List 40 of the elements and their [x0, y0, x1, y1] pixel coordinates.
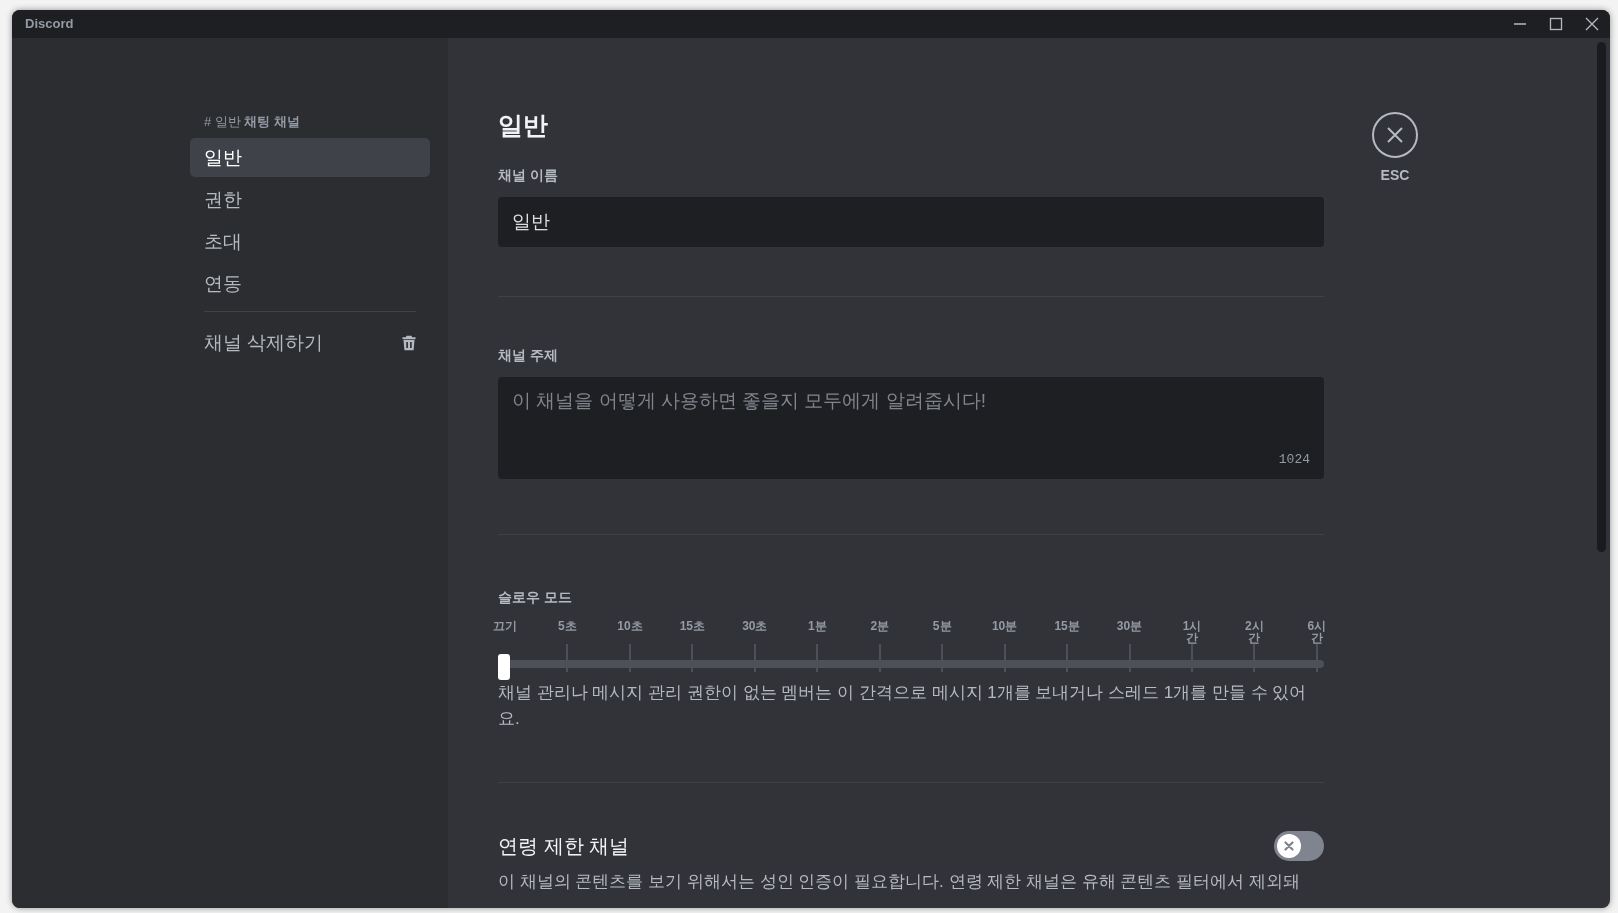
tick-label: 1분 — [807, 620, 827, 635]
close-icon — [1386, 126, 1404, 144]
field-label: 채널 이름 — [498, 166, 559, 185]
description-text: 이 채널의 콘텐츠를 보기 위해서는 성인 인증이 필요합니다. 연령 제한 채널은 유해 콘텐츠 필터에서 제외돼 — [498, 871, 1301, 893]
slider-thumb[interactable] — [498, 654, 510, 680]
delete-channel-button[interactable]: 채널 삭제하기 — [190, 322, 430, 363]
tick-label: 15분 — [1054, 620, 1080, 635]
tick-label: 1시간 — [1181, 620, 1203, 644]
tick-label: 끄기 — [493, 620, 517, 635]
page-title: 일반 — [498, 110, 549, 140]
character-counter: 1024 — [1278, 450, 1310, 469]
scrollbar[interactable] — [1597, 42, 1606, 552]
close-settings-button[interactable] — [1372, 112, 1418, 158]
toggle-switch[interactable] — [1274, 831, 1324, 861]
tick-label: 2시간 — [1244, 620, 1265, 644]
tick-label: 10분 — [991, 620, 1018, 635]
maximize-icon — [1549, 17, 1563, 31]
field-label: 채널 주제 — [498, 346, 559, 365]
sidebar-item[interactable]: 일반 — [190, 137, 430, 177]
channel-name-field[interactable]: 일반 — [498, 197, 1324, 247]
tick-label: 2분 — [870, 620, 890, 635]
tick-label: 15초 — [679, 620, 706, 635]
esc-label: ESC — [1380, 166, 1410, 185]
tick-label: 5초 — [558, 620, 577, 635]
window-title: Discord — [24, 15, 74, 34]
sidebar-item[interactable]: 연동 — [190, 263, 430, 303]
sidebar-item[interactable]: 초대 — [190, 221, 430, 261]
trash-icon — [402, 334, 416, 351]
field-label: 슬로우 모드 — [498, 588, 573, 607]
description-text: 채널 관리나 메시지 관리 권한이 없는 멤버는 이 간격으로 메시지 1개를 보내거나 스레드 1개를 만들 수 있어요. — [498, 682, 1308, 730]
sidebar-header: # 일반 채팅 채널 — [203, 113, 302, 131]
x-icon — [1284, 841, 1294, 851]
close-icon — [1585, 17, 1599, 31]
tick-label: 5분 — [932, 620, 952, 635]
tick-label: 30초 — [742, 620, 768, 635]
tick-label: 30분 — [1116, 620, 1143, 635]
sidebar-item[interactable]: 권한 — [190, 179, 430, 219]
tick-label: 10초 — [617, 620, 643, 635]
tick-label: 6시간 — [1306, 620, 1328, 644]
setting-title: 연령 제한 채널 — [498, 834, 630, 859]
